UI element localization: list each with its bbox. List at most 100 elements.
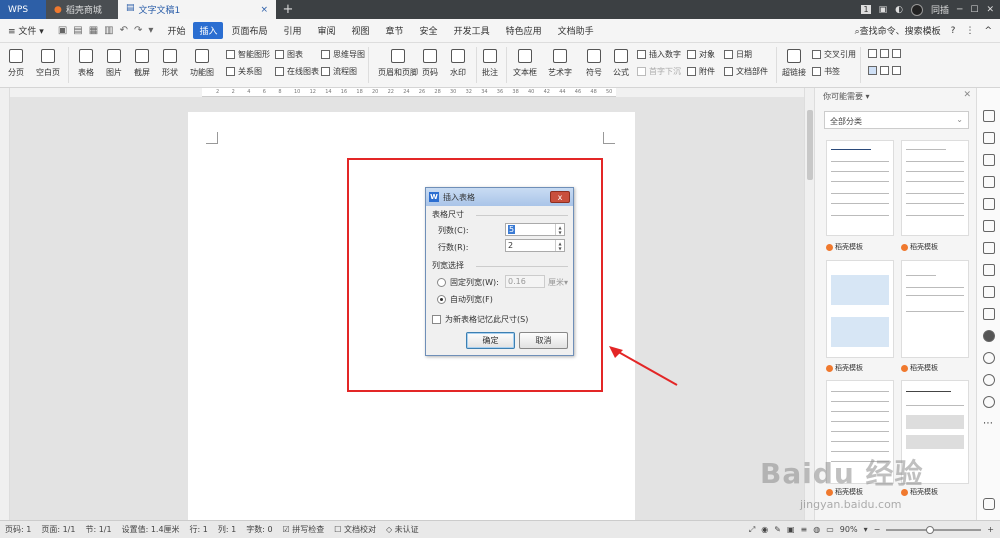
document-tab[interactable]: ▤ 文字文稿1 × bbox=[118, 0, 276, 19]
zoom-level[interactable]: 90% bbox=[840, 525, 858, 534]
columns-input[interactable]: 5 ▲ ▼ bbox=[505, 223, 565, 236]
category-select[interactable]: 全部分类 ⌄ bbox=[824, 111, 969, 129]
list-view-icon[interactable]: ≡ bbox=[801, 525, 808, 534]
mind-map-button[interactable]: 思维导图 bbox=[321, 49, 365, 60]
doc-proofread[interactable]: ☐ 文档校对 bbox=[329, 524, 381, 535]
menu-security[interactable]: 安全 bbox=[412, 24, 446, 37]
status-row[interactable]: 行: 1 bbox=[185, 524, 213, 535]
status-page[interactable]: 页码: 1 bbox=[0, 524, 36, 535]
status-col[interactable]: 列: 1 bbox=[213, 524, 241, 535]
image-icon[interactable] bbox=[983, 308, 995, 320]
customize-icon[interactable]: ▾ bbox=[148, 25, 153, 36]
columns-spinner[interactable]: ▲ ▼ bbox=[555, 224, 564, 235]
table-button[interactable]: 表格 bbox=[78, 49, 94, 78]
chart-button[interactable]: 图表 bbox=[275, 49, 303, 60]
sidebar-header[interactable]: 你可能需要 ▾ bbox=[823, 91, 870, 102]
function-map-button[interactable]: 功能图 bbox=[190, 49, 214, 78]
zoom-select-icon[interactable]: ▾ bbox=[864, 525, 868, 534]
redo-icon[interactable]: ↷ bbox=[134, 25, 142, 36]
help-icon[interactable] bbox=[983, 396, 995, 408]
template-label[interactable]: 稻壳模板 bbox=[826, 363, 863, 373]
template-card[interactable] bbox=[826, 260, 894, 358]
status-words[interactable]: 字数: 0 bbox=[241, 524, 277, 535]
dialog-close-button[interactable]: x bbox=[550, 191, 570, 203]
menu-view[interactable]: 视图 bbox=[344, 24, 378, 37]
zoom-in-icon[interactable]: + bbox=[987, 525, 994, 534]
document-icon[interactable] bbox=[983, 198, 995, 210]
menu-insert[interactable]: 插入 bbox=[193, 22, 224, 39]
menu-reference[interactable]: 引用 bbox=[275, 24, 309, 37]
undo-icon[interactable]: ↶ bbox=[120, 25, 128, 36]
cross-reference-button[interactable]: 交叉引用 bbox=[812, 49, 856, 60]
table-style-icon[interactable] bbox=[983, 286, 995, 298]
save-icon[interactable]: ▣ bbox=[58, 25, 67, 36]
layout-icon[interactable]: ▣ bbox=[879, 5, 888, 15]
blank-page-button[interactable]: 空白页 bbox=[36, 49, 60, 78]
relation-chart-button[interactable]: 关系图 bbox=[226, 66, 262, 77]
template-card[interactable] bbox=[901, 260, 969, 358]
file-menu[interactable]: ≡ 文件 ▾ bbox=[0, 24, 52, 37]
auto-width-radio[interactable] bbox=[437, 295, 446, 304]
menu-review[interactable]: 审阅 bbox=[310, 24, 344, 37]
user-name[interactable]: 同插 bbox=[931, 3, 949, 16]
spell-check[interactable]: ☑ 拼写检查 bbox=[278, 524, 330, 535]
template-card[interactable] bbox=[826, 140, 894, 236]
symbol-button[interactable]: 符号 bbox=[586, 49, 602, 78]
chat-icon[interactable] bbox=[983, 498, 995, 510]
drop-cap-button[interactable]: 首字下沉 bbox=[637, 66, 681, 77]
formula-button[interactable]: 公式 bbox=[613, 49, 629, 78]
new-tab-button[interactable]: + bbox=[276, 0, 300, 19]
cancel-button[interactable]: 取消 bbox=[519, 332, 568, 349]
more-icon[interactable]: ⋯ bbox=[983, 418, 995, 430]
minimize-icon[interactable]: ─ bbox=[957, 5, 962, 15]
adjust-icon[interactable] bbox=[983, 176, 995, 188]
close-icon[interactable]: ✕ bbox=[986, 5, 994, 15]
fixed-width-input[interactable]: 0.16 bbox=[505, 275, 545, 288]
status-pages[interactable]: 页面: 1/1 bbox=[36, 524, 80, 535]
hyperlink-button[interactable]: 超链接 bbox=[782, 49, 806, 78]
insert-number-button[interactable]: 插入数字 bbox=[637, 49, 681, 60]
edit-icon[interactable]: ✎ bbox=[774, 525, 781, 534]
export-icon[interactable]: ▤ bbox=[73, 25, 82, 36]
zoom-slider-knob[interactable] bbox=[926, 525, 935, 534]
maximize-icon[interactable]: ☐ bbox=[970, 5, 978, 15]
fullscreen-icon[interactable]: ⤢ bbox=[749, 525, 755, 535]
format-icon[interactable] bbox=[983, 220, 995, 232]
scrollbar-thumb[interactable] bbox=[807, 110, 813, 180]
certification[interactable]: ◇ 未认证 bbox=[381, 524, 424, 535]
more-icon[interactable]: ⋮ bbox=[965, 26, 974, 36]
preview-icon[interactable]: ▥ bbox=[104, 25, 113, 36]
flowchart-button[interactable]: 流程图 bbox=[321, 66, 357, 77]
brush-icon[interactable] bbox=[983, 264, 995, 276]
template-label[interactable]: 稻壳模板 bbox=[901, 242, 938, 252]
read-view-icon[interactable]: ▭ bbox=[826, 525, 834, 534]
history-icon[interactable] bbox=[983, 374, 995, 386]
date-button[interactable]: 日期 bbox=[724, 49, 752, 60]
zoom-slider[interactable] bbox=[886, 525, 982, 534]
layout-frame-icons[interactable] bbox=[868, 66, 901, 75]
web-view-icon[interactable]: ◍ bbox=[813, 525, 820, 534]
attachment-button[interactable]: 附件 bbox=[687, 66, 715, 77]
zoom-out-icon[interactable]: − bbox=[874, 525, 881, 534]
text-box-button[interactable]: 文本框 bbox=[513, 49, 537, 78]
fixed-width-radio[interactable] bbox=[437, 278, 446, 287]
header-footer-button[interactable]: 页眉和页脚 bbox=[378, 49, 418, 78]
help-icon[interactable]: ? bbox=[951, 26, 956, 36]
avatar[interactable] bbox=[910, 3, 923, 16]
pen-icon[interactable] bbox=[983, 110, 995, 122]
ok-button[interactable]: 确定 bbox=[466, 332, 515, 349]
close-tab-icon[interactable]: × bbox=[260, 5, 268, 15]
horizontal-ruler[interactable]: 2 2 4 6 8 10 12 14 16 18 20 22 24 26 28 30 32 34 36 38 40 42 4… bbox=[202, 88, 616, 97]
location-icon[interactable] bbox=[983, 352, 995, 364]
cursor-icon[interactable] bbox=[983, 132, 995, 144]
page-break-button[interactable]: 分页 bbox=[8, 49, 24, 78]
vertical-ruler[interactable] bbox=[0, 88, 10, 520]
menu-doc-assistant[interactable]: 文档助手 bbox=[550, 24, 602, 37]
unit-select[interactable]: 厘米▾ bbox=[548, 277, 568, 288]
status-setting[interactable]: 设置值: 1.4厘米 bbox=[117, 524, 185, 535]
rows-input[interactable]: 2 ▲ ▼ bbox=[505, 239, 565, 252]
page-view-icon[interactable]: ▣ bbox=[787, 525, 795, 534]
skin-icon[interactable]: ◐ bbox=[895, 5, 903, 15]
smart-art-button[interactable]: 智能图形 bbox=[226, 49, 270, 60]
screenshot-button[interactable]: 截屏 bbox=[134, 49, 150, 78]
